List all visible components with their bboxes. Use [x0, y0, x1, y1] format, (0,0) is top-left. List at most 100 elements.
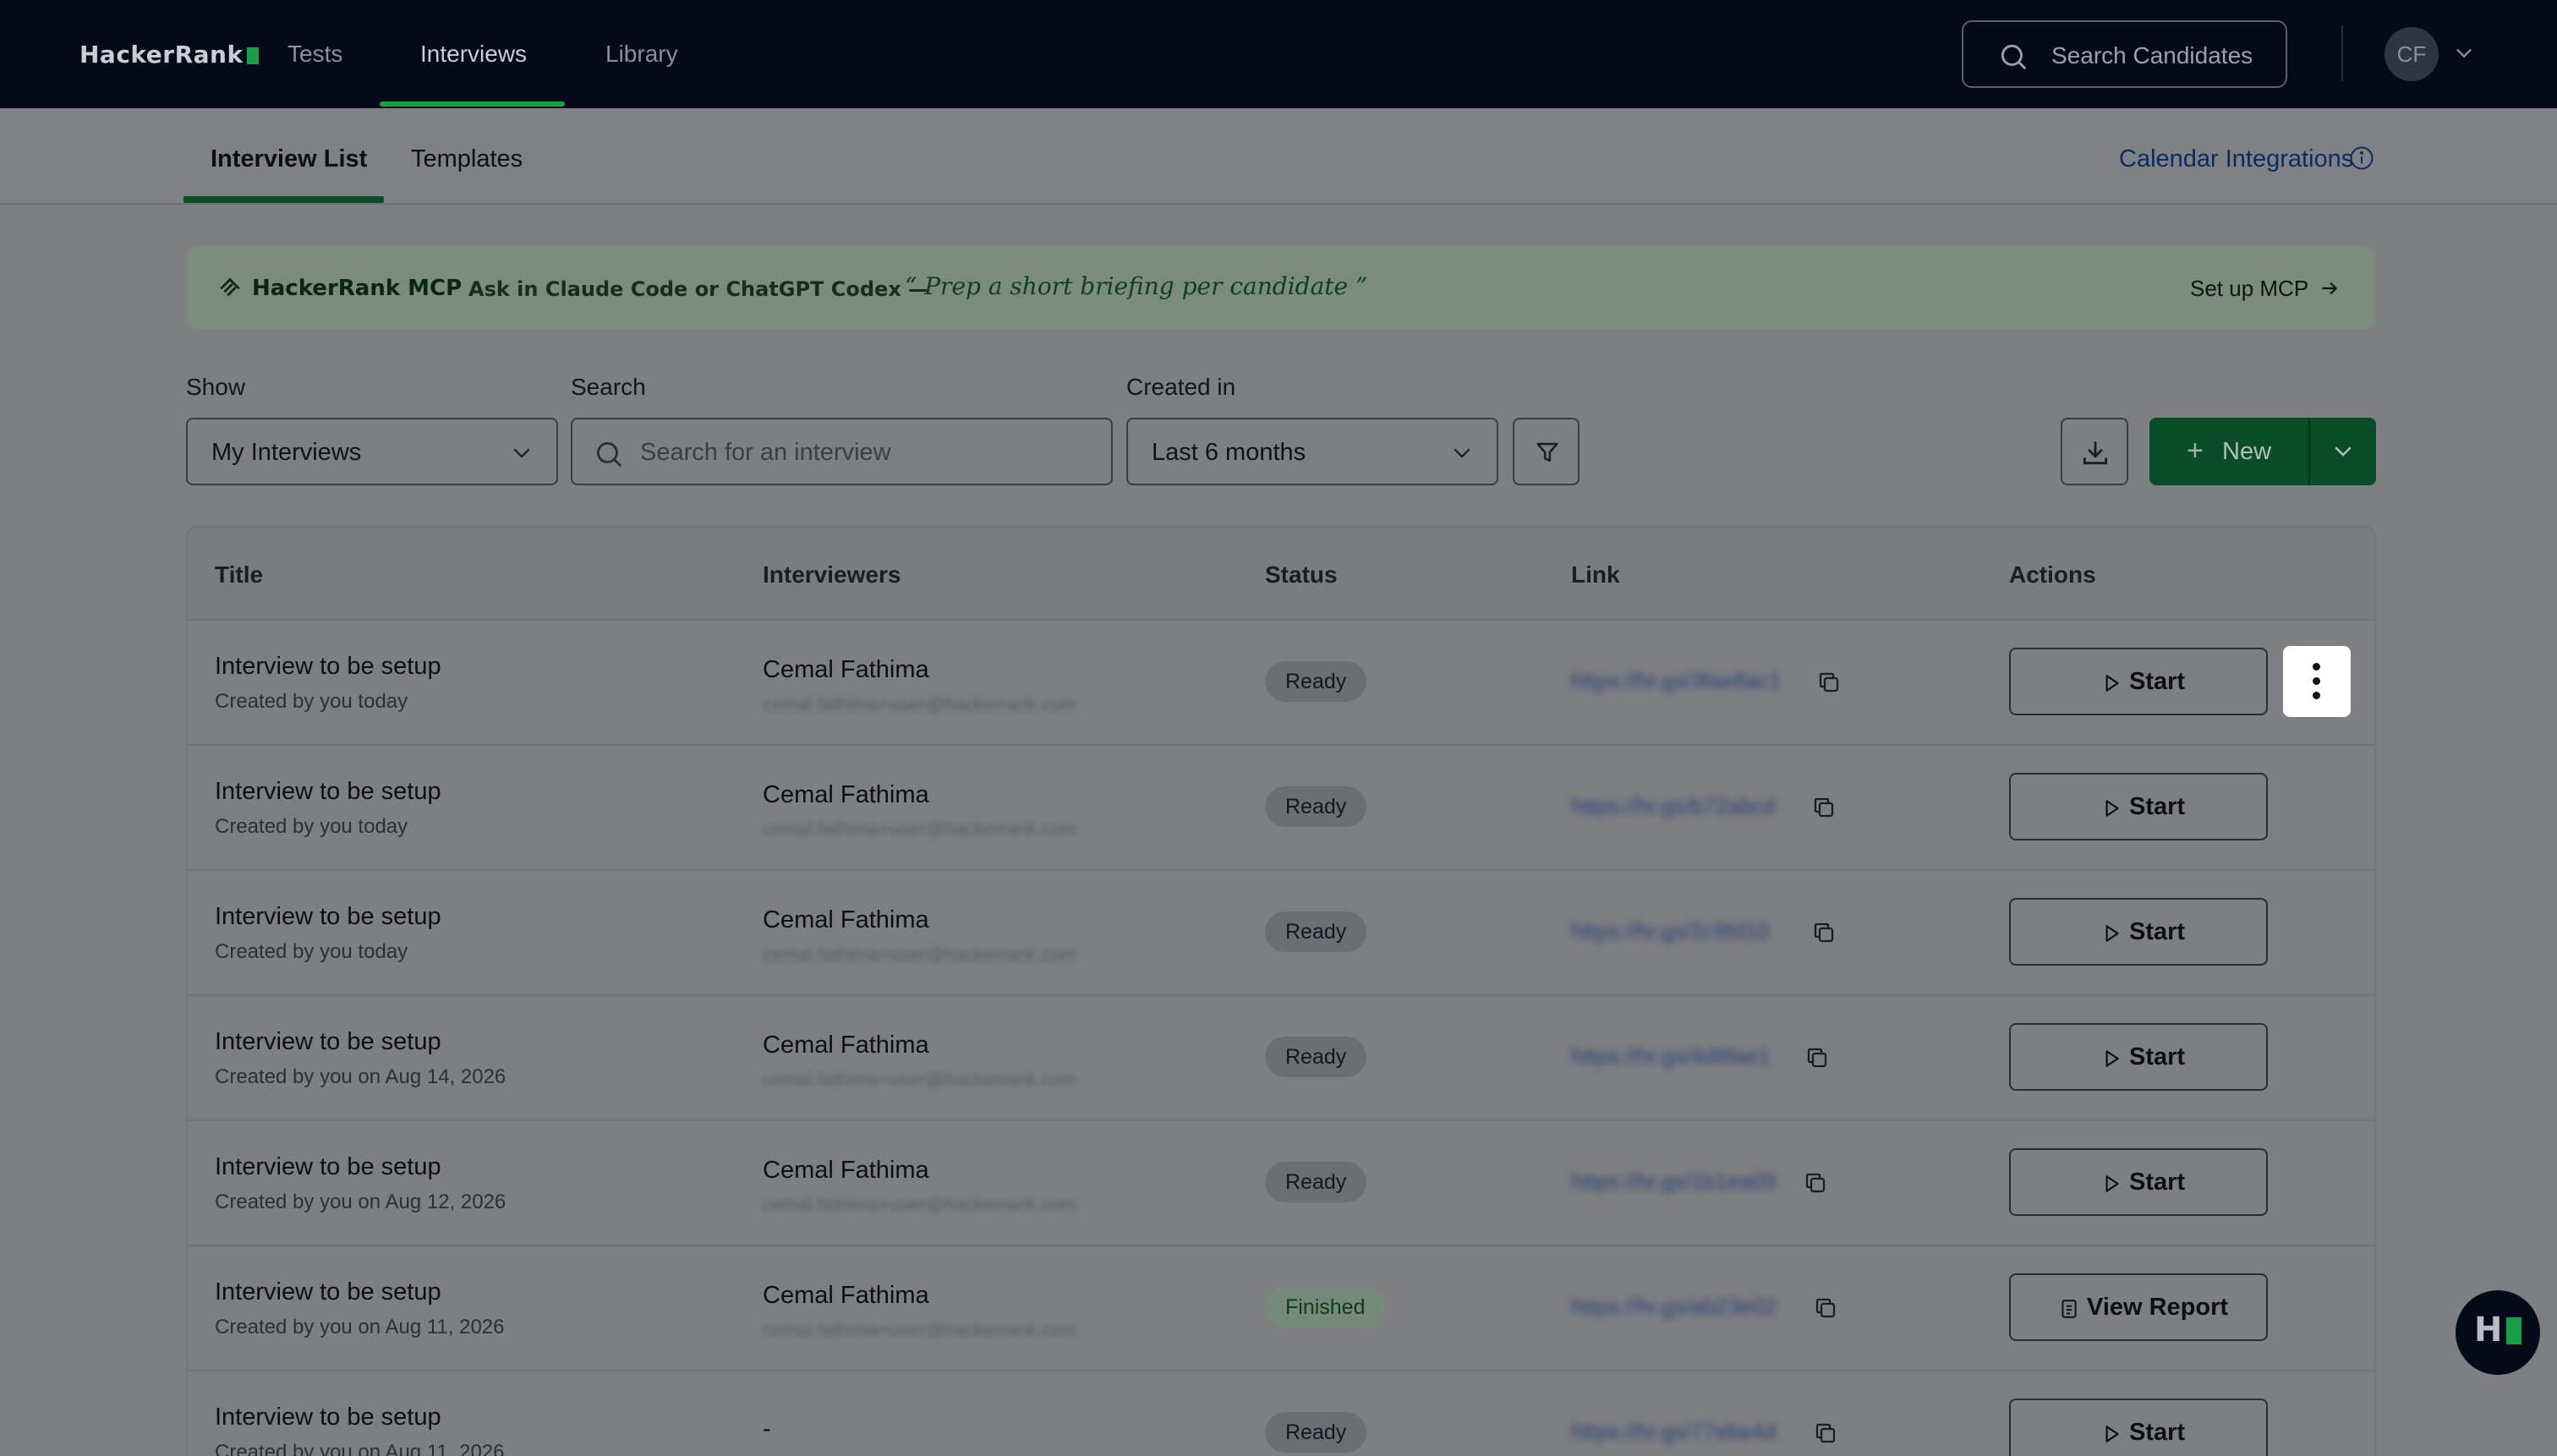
start-button[interactable]: Start	[2009, 1023, 2268, 1091]
mcp-banner: HackerRank MCP Ask in Claude Code or Cha…	[186, 245, 2376, 330]
active-nav-indicator	[380, 101, 565, 107]
tab-interview-list[interactable]: Interview List	[211, 145, 367, 173]
play-icon	[2105, 675, 2119, 692]
copy-icon[interactable]	[1811, 920, 1837, 945]
column-link: Link	[1571, 561, 1620, 588]
status-badge: Ready	[1265, 786, 1367, 827]
search-placeholder: Search for an interview	[640, 439, 891, 466]
filter-button[interactable]	[1513, 418, 1580, 485]
status-badge: Ready	[1265, 1037, 1367, 1077]
help-chat-button[interactable]: H	[2456, 1290, 2540, 1375]
interviewer-name: Cemal Fathima	[763, 781, 929, 808]
new-interview-button[interactable]: + New	[2149, 418, 2308, 485]
hackerrank-logo[interactable]: HackerRank	[79, 41, 259, 68]
action-label: Start	[2129, 793, 2186, 820]
copy-icon[interactable]	[1803, 1170, 1828, 1196]
chevron-down-icon[interactable]	[2452, 41, 2476, 64]
action-label: Start	[2129, 1169, 2186, 1196]
table-header: Title Interviewers Status Link Actions	[188, 528, 2374, 621]
interview-created: Created by you on Aug 14, 2026	[215, 1065, 506, 1088]
status-badge: Ready	[1265, 1162, 1367, 1202]
status-badge: Ready	[1265, 1412, 1367, 1453]
interview-link[interactable]: https://hr.gs/2c9fd10	[1571, 918, 1769, 944]
new-options-dropdown[interactable]	[2308, 418, 2376, 485]
interview-search-input[interactable]: Search for an interview	[571, 418, 1113, 485]
table-row[interactable]: Interview to be setup Created by you on …	[188, 996, 2374, 1121]
chevron-down-icon	[513, 448, 530, 458]
table-row[interactable]: Interview to be setup Created by you on …	[188, 1246, 2374, 1371]
interview-created: Created by you on Aug 11, 2026	[215, 1316, 505, 1338]
action-label: Start	[2129, 668, 2186, 695]
show-label: Show	[186, 374, 246, 400]
search-candidates-button[interactable]: Search Candidates	[1962, 20, 2287, 88]
table-row[interactable]: Interview to be setup Created by you on …	[188, 1371, 2374, 1456]
interviewer-email: cemal.fathima+user@hackerrank.com	[763, 693, 1077, 714]
nav-link-interviews[interactable]: Interviews	[420, 41, 527, 68]
interview-title[interactable]: Interview to be setup	[215, 903, 441, 931]
interviewer-name: Cemal Fathima	[763, 656, 929, 683]
created-in-label: Created in	[1126, 374, 1236, 400]
nav-link-library[interactable]: Library	[605, 41, 678, 68]
copy-icon[interactable]	[1804, 1045, 1830, 1070]
table-row[interactable]: Interview to be setup Created by you tod…	[188, 746, 2374, 871]
report-icon	[2061, 1300, 2077, 1318]
interview-created: Created by you today	[215, 690, 408, 713]
start-button[interactable]: Start	[2009, 1148, 2268, 1216]
copy-icon[interactable]	[1813, 1420, 1838, 1446]
search-icon	[596, 441, 622, 468]
copy-icon[interactable]	[1811, 795, 1837, 820]
user-avatar[interactable]: CF	[2385, 27, 2439, 81]
setup-mcp-link[interactable]: Set up MCP	[2190, 276, 2308, 302]
interview-link[interactable]: https://hr.gs/3fae8ac1	[1571, 668, 1782, 694]
banner-brand: HackerRank MCP	[252, 276, 463, 301]
info-icon[interactable]	[2349, 145, 2374, 171]
interviewer-name: Cemal Fathima	[763, 1032, 929, 1059]
start-button[interactable]: Start	[2009, 773, 2268, 840]
interview-link[interactable]: https://hr.gs/4d8fae1	[1571, 1043, 1771, 1070]
interview-link[interactable]: https://hr.gs/ab23e02	[1571, 1294, 1777, 1320]
arrow-right-icon[interactable]	[2319, 277, 2341, 299]
copy-icon[interactable]	[1816, 670, 1842, 695]
start-button[interactable]: Start	[2009, 648, 2268, 715]
interview-title[interactable]: Interview to be setup	[215, 1153, 441, 1181]
status-badge: Ready	[1265, 661, 1367, 702]
interview-title[interactable]: Interview to be setup	[215, 1404, 441, 1431]
tab-templates[interactable]: Templates	[411, 145, 523, 173]
interview-link[interactable]: https://hr.gs/77ebe4d	[1571, 1419, 1777, 1445]
copy-icon[interactable]	[1813, 1295, 1838, 1321]
search-icon	[2001, 44, 2027, 70]
view-report-button[interactable]: View Report	[2009, 1273, 2268, 1341]
interviewer-name: Cemal Fathima	[763, 1282, 929, 1309]
table-row[interactable]: Interview to be setup Created by you tod…	[188, 621, 2374, 746]
interview-title[interactable]: Interview to be setup	[215, 778, 441, 806]
created-in-dropdown[interactable]: Last 6 months	[1126, 418, 1498, 485]
nav-link-tests[interactable]: Tests	[287, 41, 342, 68]
filter-icon	[1536, 442, 1558, 463]
sub-navigation: Interview List Templates Calendar Integr…	[0, 108, 2557, 205]
interviewer-email: cemal.fathima+user@hackerrank.com	[763, 1194, 1077, 1215]
interview-link[interactable]: https://hr.gs/1b1ea09	[1571, 1169, 1777, 1195]
more-actions-button[interactable]	[2283, 646, 2351, 717]
interviewer-name: Cemal Fathima	[763, 906, 929, 933]
interviewer-email: cemal.fathima+user@hackerrank.com	[763, 944, 1077, 965]
interview-title[interactable]: Interview to be setup	[215, 653, 441, 681]
download-button[interactable]	[2061, 418, 2128, 485]
table-row[interactable]: Interview to be setup Created by you tod…	[188, 871, 2374, 996]
interview-created: Created by you today	[215, 815, 408, 838]
play-icon	[2105, 1175, 2119, 1192]
banner-quote: “ Prep a short briefing per candidate ”	[905, 272, 1368, 300]
interviews-table: Title Interviewers Status Link Actions I…	[186, 526, 2376, 1456]
table-row[interactable]: Interview to be setup Created by you on …	[188, 1121, 2374, 1246]
interviewer-email: cemal.fathima+user@hackerrank.com	[763, 818, 1077, 840]
calendar-integrations-link[interactable]: Calendar Integrations	[2119, 145, 2353, 173]
interview-title[interactable]: Interview to be setup	[215, 1278, 441, 1306]
interview-title[interactable]: Interview to be setup	[215, 1028, 441, 1056]
start-button[interactable]: Start	[2009, 1399, 2268, 1456]
status-badge: Ready	[1265, 911, 1367, 952]
show-dropdown[interactable]: My Interviews	[186, 418, 558, 485]
interviewer-email: cemal.fathima+user@hackerrank.com	[763, 1069, 1077, 1090]
action-label: Start	[2129, 918, 2186, 945]
interview-link[interactable]: https://hr.gs/b72abcd	[1571, 793, 1775, 819]
interviewer-name: -	[763, 1415, 771, 1442]
start-button[interactable]: Start	[2009, 898, 2268, 966]
